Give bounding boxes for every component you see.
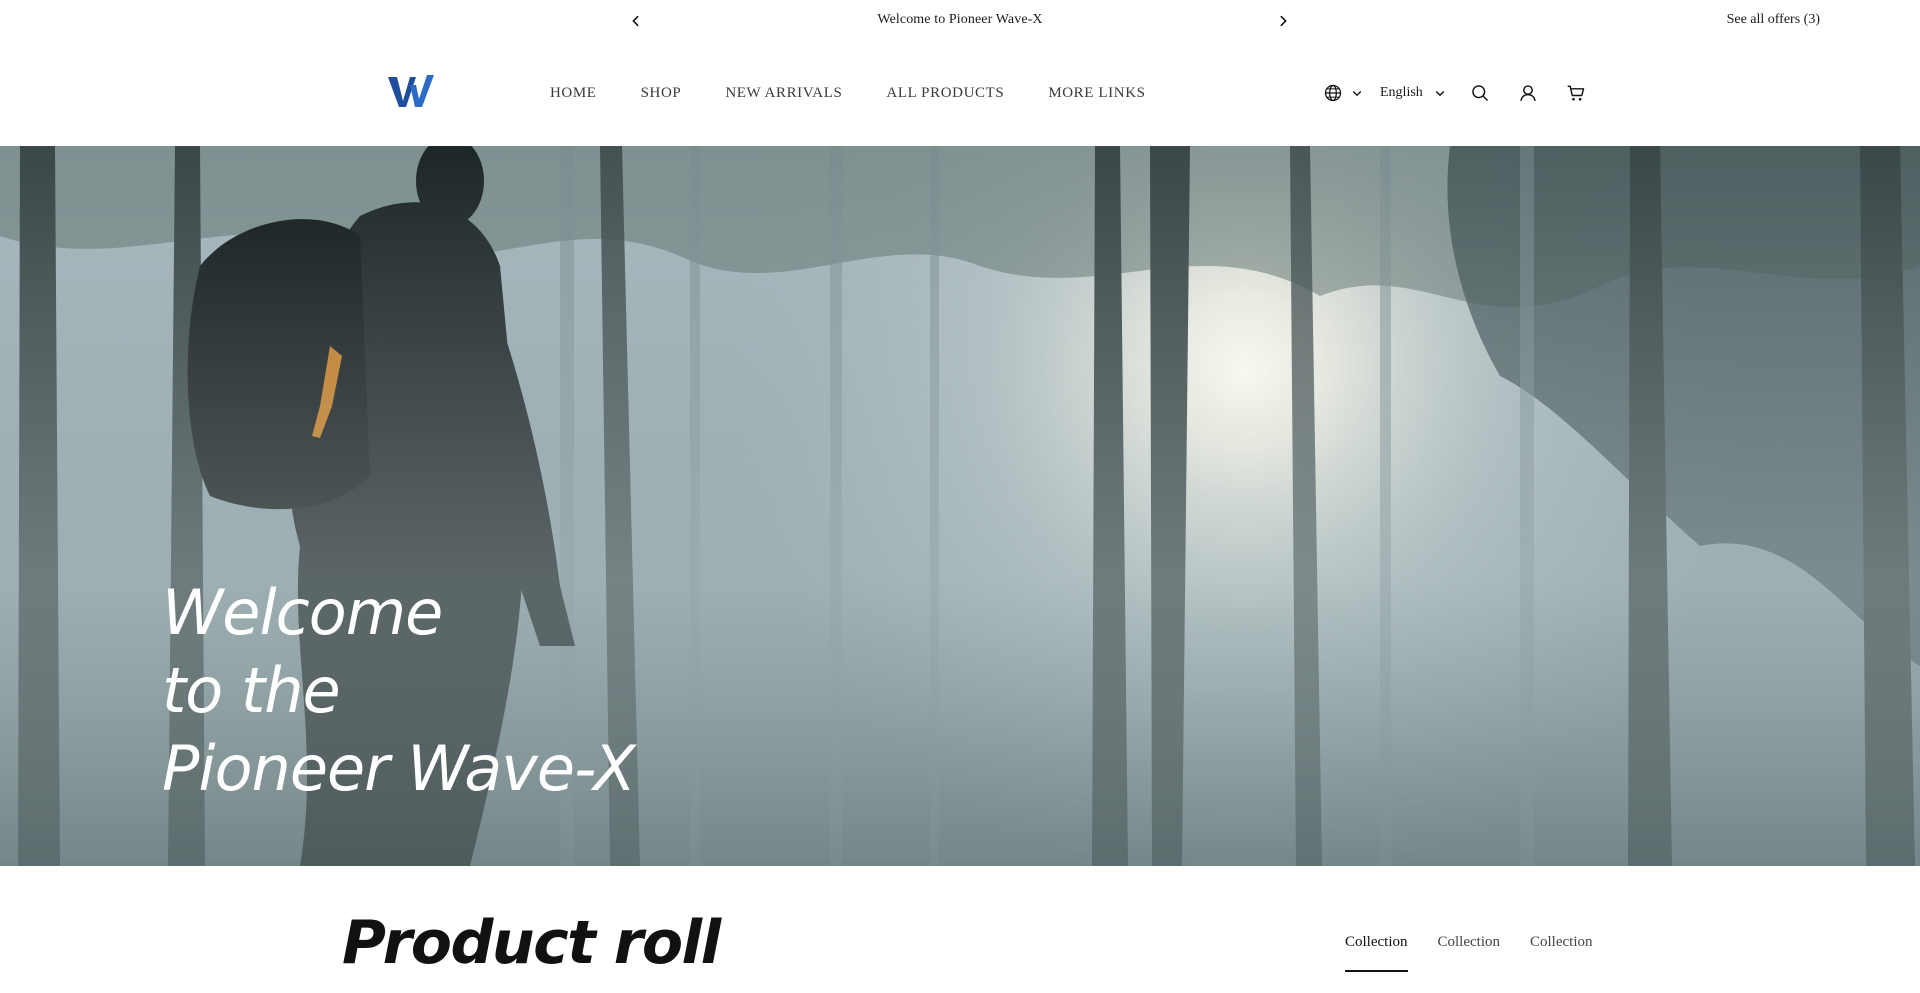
chevron-left-icon[interactable] (625, 10, 647, 32)
main-nav: HOME SHOP NEW ARRIVALS ALL PRODUCTS MORE… (550, 85, 1146, 102)
hero-banner: Welcome to the Pioneer Wave-X (0, 146, 1920, 866)
site-header: HOME SHOP NEW ARRIVALS ALL PRODUCTS MORE… (0, 42, 1920, 146)
announcement-message: Welcome to Pioneer Wave-X (877, 12, 1043, 27)
collection-tabs: Collection Collection Collection (1345, 934, 1593, 983)
hero-title: Welcome to the Pioneer Wave-X (162, 574, 636, 808)
search-icon[interactable] (1469, 82, 1491, 104)
collection-tab-3[interactable]: Collection (1530, 934, 1593, 983)
globe-icon[interactable] (1322, 82, 1344, 104)
hero-title-line-3: Pioneer Wave-X (162, 732, 636, 805)
cart-icon[interactable] (1565, 82, 1587, 104)
nav-all-products[interactable]: ALL PRODUCTS (886, 85, 1004, 102)
collection-tab-1[interactable]: Collection (1345, 934, 1408, 983)
language-chevron-down-icon[interactable] (1429, 82, 1451, 104)
account-icon[interactable] (1517, 82, 1539, 104)
nav-shop[interactable]: SHOP (641, 85, 682, 102)
chevron-right-icon[interactable] (1272, 10, 1294, 32)
region-chevron-down-icon[interactable] (1346, 82, 1368, 104)
site-logo[interactable] (386, 71, 436, 111)
product-roll-title: Product roll (342, 908, 721, 978)
nav-more-links[interactable]: MORE LINKS (1048, 85, 1145, 102)
see-all-offers-link[interactable]: See all offers (3) (1727, 12, 1820, 28)
announcement-bar: Welcome to Pioneer Wave-X See all offers… (0, 0, 1920, 42)
language-selector[interactable]: English (1380, 85, 1423, 101)
header-tools: English (1322, 82, 1587, 104)
hero-title-line-2: to the (162, 654, 341, 727)
nav-home[interactable]: HOME (550, 85, 597, 102)
hero-title-line-1: Welcome (162, 576, 443, 649)
nav-new-arrivals[interactable]: NEW ARRIVALS (725, 85, 842, 102)
collection-tab-2[interactable]: Collection (1438, 934, 1501, 983)
